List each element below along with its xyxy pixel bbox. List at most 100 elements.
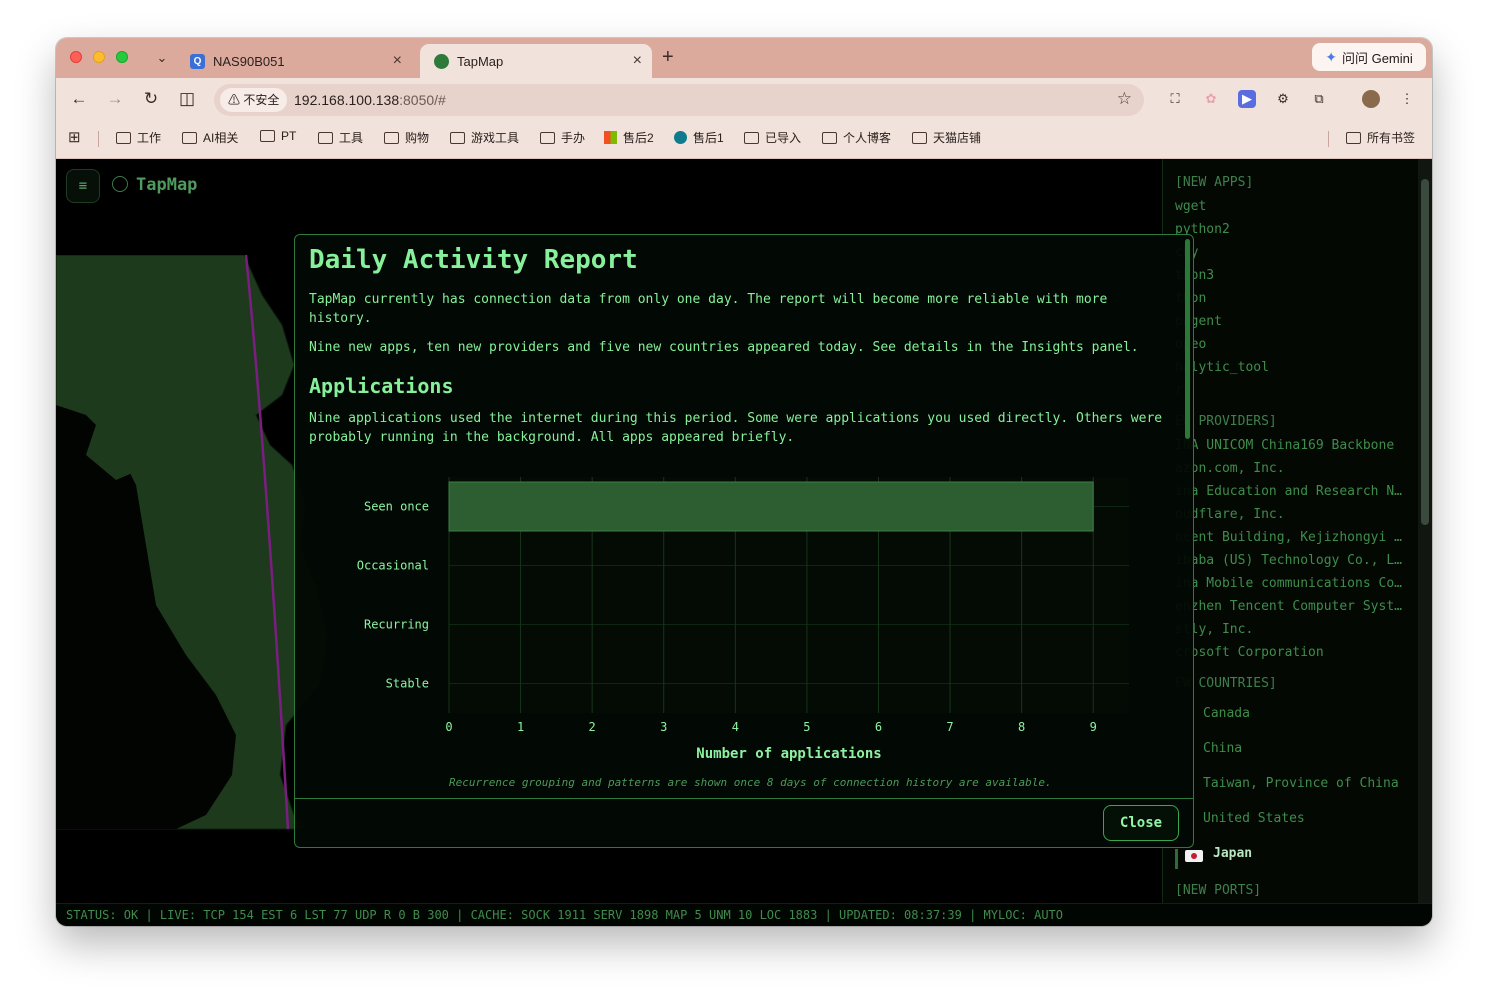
- x-tick-label: 2: [589, 720, 596, 734]
- bookmark-item[interactable]: 售后2: [604, 129, 654, 146]
- new-app-item[interactable]: rl: [1175, 383, 1407, 398]
- new-provider-item[interactable]: ina Mobile communications Corporation: [1175, 576, 1407, 591]
- tapmap-page: ≡ TapMap [NEW APPS] wget python2 cky thon3 th…: [56, 159, 1432, 926]
- new-provider-item[interactable]: INA UNICOM China169 Backbone: [1175, 438, 1407, 453]
- bookmark-item[interactable]: PT: [260, 129, 296, 143]
- pink-extension-icon[interactable]: ✿: [1202, 90, 1220, 108]
- screenshot-extension-icon[interactable]: ⛶: [1166, 90, 1184, 108]
- scrollbar-thumb[interactable]: [1421, 179, 1429, 525]
- folder-icon: [116, 131, 131, 144]
- bookmark-label: 手办: [561, 131, 586, 145]
- new-country-item[interactable]: China: [1203, 741, 1419, 756]
- bookmark-item[interactable]: 手办: [540, 129, 585, 146]
- globe-icon: [112, 176, 128, 192]
- tab-close-icon[interactable]: ×: [393, 52, 402, 70]
- gemini-button[interactable]: ✦ 问问 Gemini: [1312, 43, 1426, 71]
- back-arrow-icon[interactable]: ←: [68, 88, 90, 110]
- folder-icon: [540, 131, 555, 144]
- category-label: Stable: [386, 677, 429, 691]
- bookmark-item[interactable]: 购物: [384, 129, 429, 146]
- new-country-item[interactable]: Canada: [1203, 706, 1419, 721]
- new-provider-item[interactable]: ncent Building, Kejizhongyi Avenue: [1175, 530, 1407, 545]
- bookmark-item[interactable]: 已导入: [744, 129, 801, 146]
- new-provider-item[interactable]: stly, Inc.: [1175, 622, 1407, 637]
- tab-strip: ⌄ Q NAS90B051 × TapMap × + ✦ 问问 Gemini: [56, 38, 1432, 78]
- new-provider-item[interactable]: azon.com, Inc.: [1175, 461, 1407, 476]
- new-app-item[interactable]: python2: [1175, 222, 1407, 237]
- bookmark-label: 购物: [405, 131, 430, 145]
- globe-favicon-icon: [434, 53, 449, 69]
- japan-flag-icon: [1185, 850, 1203, 862]
- window-close-button[interactable]: [70, 51, 82, 63]
- new-ports-heading: [NEW PORTS]: [1175, 883, 1262, 898]
- tab-nas[interactable]: Q NAS90B051 ×: [176, 44, 412, 78]
- new-provider-item[interactable]: enzhen Tencent Computer Systems: [1175, 599, 1407, 614]
- forward-arrow-icon[interactable]: →: [104, 88, 126, 110]
- tab-title: TapMap: [457, 53, 504, 69]
- folder-icon: [384, 131, 399, 144]
- x-tick-label: 1: [517, 720, 524, 734]
- new-country-item[interactable]: United States: [1203, 811, 1419, 826]
- new-provider-item[interactable]: ibaba (US) Technology Co., Ltd.: [1175, 553, 1407, 568]
- app-logo: TapMap: [112, 174, 197, 195]
- modal-divider: [295, 798, 1193, 799]
- tab-search-icon[interactable]: ⌄: [152, 48, 172, 68]
- new-app-item[interactable]: opeo: [1175, 337, 1407, 352]
- sharepoint-icon: [674, 131, 687, 144]
- extensions-puzzle-icon[interactable]: ⧉: [1310, 90, 1328, 108]
- profile-avatar[interactable]: [1362, 90, 1380, 108]
- new-provider-item[interactable]: ina Education and Research Network: [1175, 484, 1407, 499]
- modal-scrollbar-thumb[interactable]: [1185, 239, 1190, 439]
- bookmark-item[interactable]: 售后1: [674, 129, 724, 146]
- close-button[interactable]: Close: [1103, 805, 1179, 841]
- new-app-item[interactable]: halytic_tool: [1175, 360, 1407, 375]
- apps-grid-icon[interactable]: ⊞: [68, 130, 84, 146]
- new-app-item[interactable]: thon: [1175, 291, 1407, 306]
- tab-tapmap[interactable]: TapMap ×: [420, 44, 652, 78]
- bookmark-item[interactable]: 工具: [318, 129, 363, 146]
- new-app-item[interactable]: thon3: [1175, 268, 1407, 283]
- new-country-item[interactable]: Taiwan, Province of China: [1203, 776, 1419, 791]
- new-country-item-highlighted[interactable]: Japan: [1213, 846, 1419, 861]
- insights-panel[interactable]: [NEW APPS] wget python2 cky thon3 thon pagent o…: [1162, 159, 1419, 903]
- bookmark-item[interactable]: AI相关: [182, 129, 238, 146]
- openai-extension-icon[interactable]: ⚙: [1274, 90, 1292, 108]
- new-tab-button[interactable]: +: [662, 46, 674, 69]
- bookmark-separator: [1328, 131, 1329, 147]
- bookmark-star-icon[interactable]: ☆: [1117, 89, 1132, 109]
- new-app-item[interactable]: pagent: [1175, 314, 1407, 329]
- bookmark-item[interactable]: 天猫店铺: [912, 129, 981, 146]
- all-bookmarks-button[interactable]: 所有书签: [1346, 129, 1415, 146]
- chart-footnote: Recurrence grouping and patterns are sho…: [449, 776, 1052, 789]
- bookmark-item[interactable]: 游戏工具: [450, 129, 519, 146]
- bookmark-label: 售后2: [623, 131, 654, 145]
- address-bar[interactable]: ⚠ 不安全 192.168.100.138:8050/# ☆: [214, 84, 1144, 116]
- new-apps-heading: [NEW APPS]: [1175, 175, 1254, 190]
- window-maximize-button[interactable]: [116, 51, 128, 63]
- x-tick-label: 6: [875, 720, 882, 734]
- new-provider-item[interactable]: oudflare, Inc.: [1175, 507, 1407, 522]
- browser-menu-icon[interactable]: ⋮: [1398, 90, 1416, 108]
- folder-icon: [260, 130, 275, 142]
- hamburger-menu-button[interactable]: ≡: [66, 169, 100, 203]
- bar: [448, 481, 1094, 532]
- reload-icon[interactable]: ↻: [140, 88, 162, 110]
- all-bookmarks-label: 所有书签: [1367, 131, 1416, 145]
- video-extension-icon[interactable]: ▶: [1238, 90, 1256, 108]
- bookmark-item[interactable]: 工作: [116, 129, 161, 146]
- x-tick-label: 8: [1018, 720, 1025, 734]
- bookmark-item[interactable]: 个人博客: [822, 129, 891, 146]
- security-indicator[interactable]: ⚠ 不安全: [220, 88, 288, 112]
- folder-icon: [182, 131, 197, 144]
- applications-line: Nine applications used the internet duri…: [309, 411, 1163, 426]
- new-provider-item[interactable]: crosoft Corporation: [1175, 645, 1407, 660]
- new-app-item[interactable]: wget: [1175, 199, 1407, 214]
- new-app-item[interactable]: cky: [1175, 245, 1407, 260]
- window-minimize-button[interactable]: [93, 51, 105, 63]
- split-view-icon[interactable]: ◫: [176, 88, 198, 110]
- page-scrollbar[interactable]: [1418, 159, 1432, 903]
- tab-close-icon[interactable]: ×: [633, 52, 642, 70]
- intro-line: TapMap currently has connection data fro…: [309, 292, 1108, 307]
- bookmark-label: 售后1: [693, 131, 724, 145]
- modal-body[interactable]: Daily Activity Report TapMap currently h…: [295, 235, 1193, 798]
